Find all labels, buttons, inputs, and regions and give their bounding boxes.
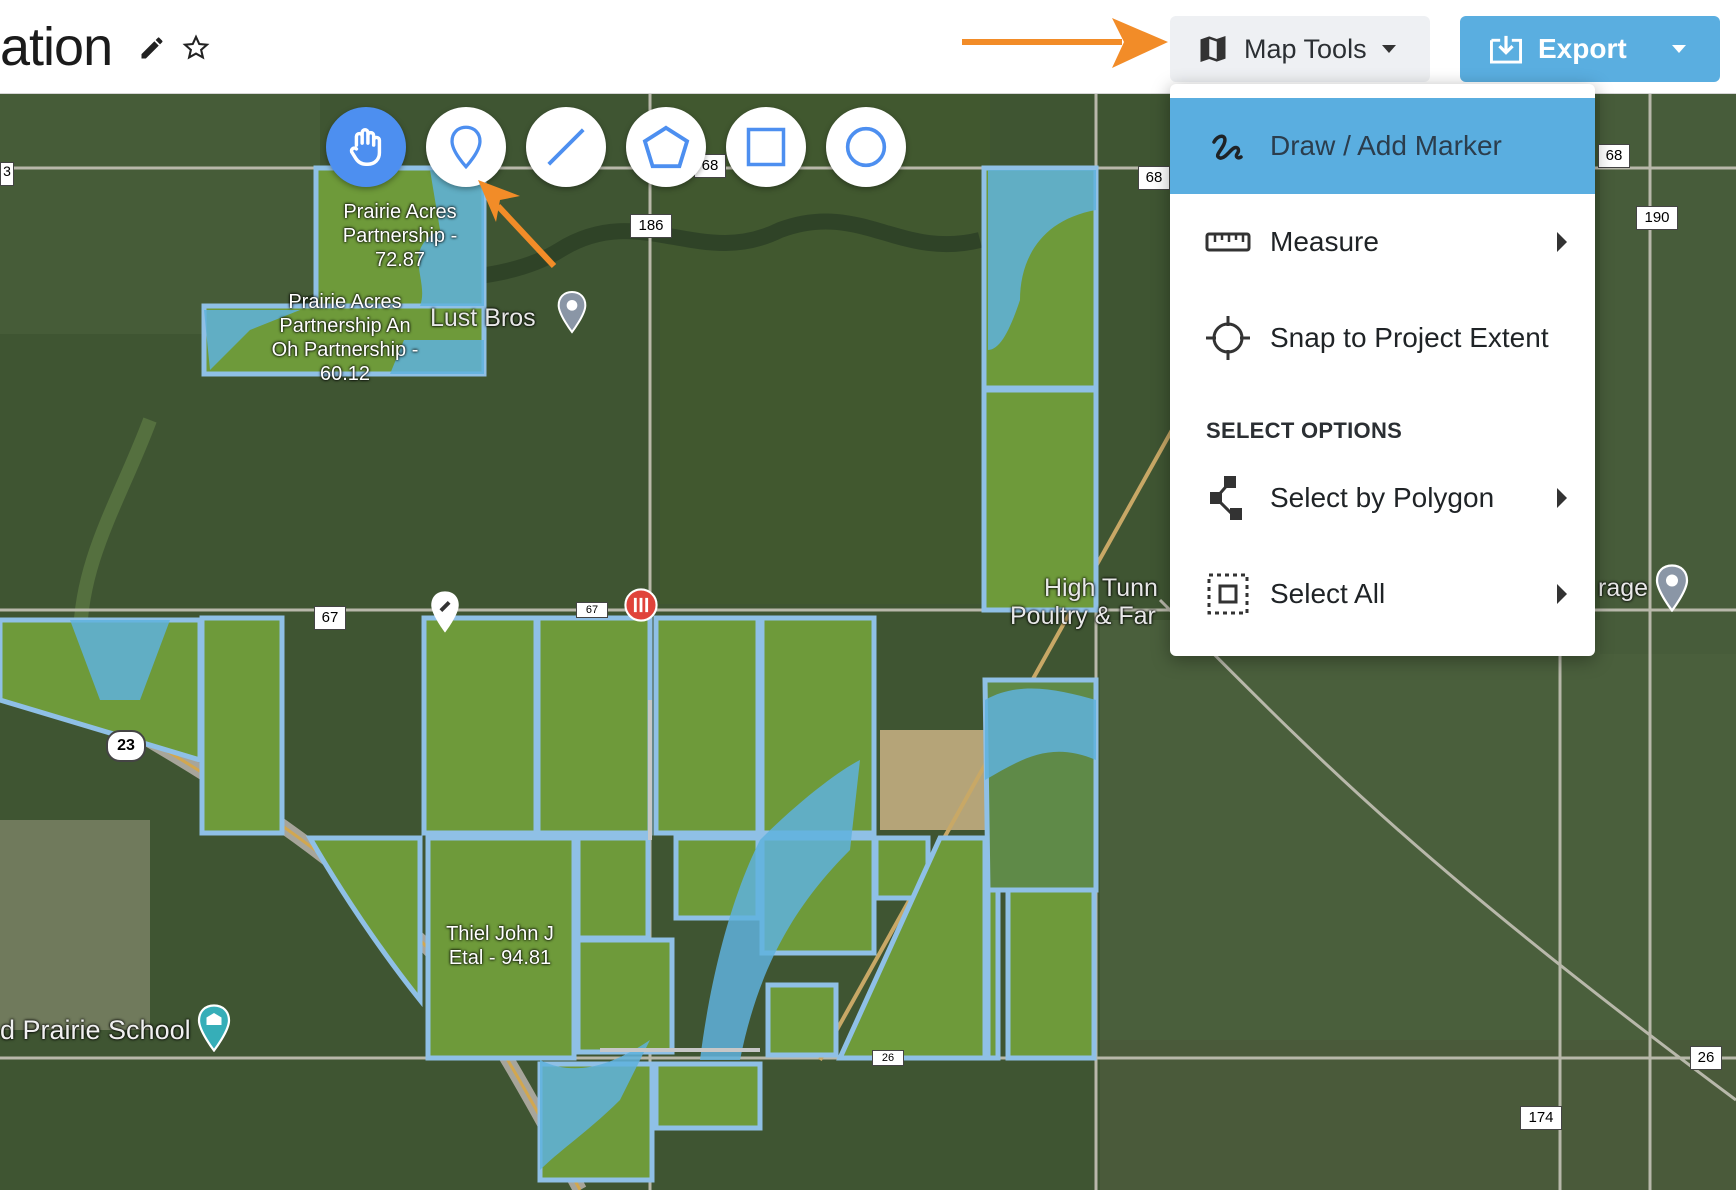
road-shield: 26	[872, 1050, 904, 1066]
road-shield: 68	[1138, 166, 1170, 190]
annotation-arrow-icon	[478, 180, 557, 269]
draw-squiggle-icon	[1212, 134, 1243, 160]
edit-pencil-icon[interactable]	[138, 34, 166, 62]
road-shield: 3	[0, 162, 14, 186]
chevron-down-icon[interactable]	[1671, 44, 1687, 54]
page-title: ation	[0, 17, 113, 77]
place-label: rage	[1598, 574, 1649, 602]
square-icon	[746, 127, 786, 167]
map-icon	[1200, 36, 1226, 62]
menu-item-draw-add-marker[interactable]: Draw / Add Marker	[1170, 98, 1595, 194]
annotation-arrow-icon	[962, 18, 1168, 68]
caret-right-icon	[1557, 488, 1567, 508]
header: ation Map Tools Export	[0, 0, 1736, 94]
map-pin-icon	[450, 125, 482, 170]
menu-item-label: Measure	[1270, 226, 1379, 257]
map-tools-menu: Draw / Add Marker Measure Snap to Projec…	[1170, 84, 1595, 656]
caret-right-icon	[1557, 232, 1567, 252]
road-shield: 190	[1636, 206, 1678, 230]
place-label: Lust Bros	[430, 304, 536, 332]
road-shield: 26	[1690, 1046, 1722, 1070]
polygon-nodes-icon	[1210, 476, 1242, 520]
parcel-label: Thiel John J Etal - 94.81	[446, 923, 554, 969]
rectangle-tool-button[interactable]	[726, 107, 806, 187]
road-shield: 68	[1598, 144, 1630, 168]
line-icon	[547, 128, 585, 166]
export-label: Export	[1538, 33, 1627, 64]
map-tools-label: Map Tools	[1244, 33, 1367, 64]
circle-tool-button[interactable]	[826, 107, 906, 187]
place-label: Poultry & Far	[1010, 602, 1156, 630]
map-pin-icon[interactable]	[556, 290, 588, 334]
map-pin-icon[interactable]	[1654, 564, 1690, 612]
menu-item-label: Select All	[1270, 578, 1386, 609]
caret-right-icon	[1557, 584, 1567, 604]
parcel-label: Prairie Acres Partnership - 72.87	[342, 201, 458, 271]
menu-item-measure[interactable]: Measure	[1170, 194, 1595, 290]
star-icon[interactable]	[182, 34, 210, 62]
gas-station-pin-icon[interactable]	[428, 590, 462, 634]
menu-item-label: Select by Polygon	[1270, 482, 1495, 513]
place-label: High Tunn	[1044, 574, 1158, 602]
download-tray-icon	[1490, 35, 1522, 64]
hand-icon	[349, 128, 382, 166]
chevron-down-icon	[1381, 45, 1396, 53]
export-button[interactable]: Export	[1460, 16, 1720, 82]
road-shield: 67	[576, 602, 608, 618]
road-shield: 67	[314, 606, 346, 630]
place-label: d Prairie School	[0, 1015, 191, 1045]
menu-section-label: SELECT OPTIONS	[1206, 418, 1403, 443]
highway-shield: 23	[106, 730, 146, 762]
school-pin-icon[interactable]	[196, 1004, 232, 1052]
pan-tool-button[interactable]	[326, 107, 406, 187]
menu-item-snap-to-project-extent[interactable]: Snap to Project Extent	[1170, 290, 1595, 386]
restaurant-pin-icon[interactable]	[624, 588, 658, 622]
parcel-label: Prairie Acres Partnership An Oh Partners…	[271, 291, 419, 385]
menu-item-label: Snap to Project Extent	[1270, 322, 1549, 353]
menu-item-label: Draw / Add Marker	[1270, 130, 1502, 161]
road-shield: 186	[630, 214, 672, 238]
map-tools-button[interactable]: Map Tools	[1170, 16, 1430, 82]
menu-item-select-all[interactable]: Select All	[1170, 546, 1595, 642]
dotted-square-icon	[1207, 573, 1249, 615]
road-shield: 174	[1520, 1106, 1562, 1130]
ruler-icon	[1205, 232, 1251, 252]
circle-icon	[845, 126, 887, 168]
polygon-tool-button[interactable]	[626, 107, 706, 187]
crosshair-icon	[1206, 316, 1250, 360]
polygon-icon	[642, 125, 690, 169]
menu-item-select-by-polygon[interactable]: Select by Polygon	[1170, 450, 1595, 546]
